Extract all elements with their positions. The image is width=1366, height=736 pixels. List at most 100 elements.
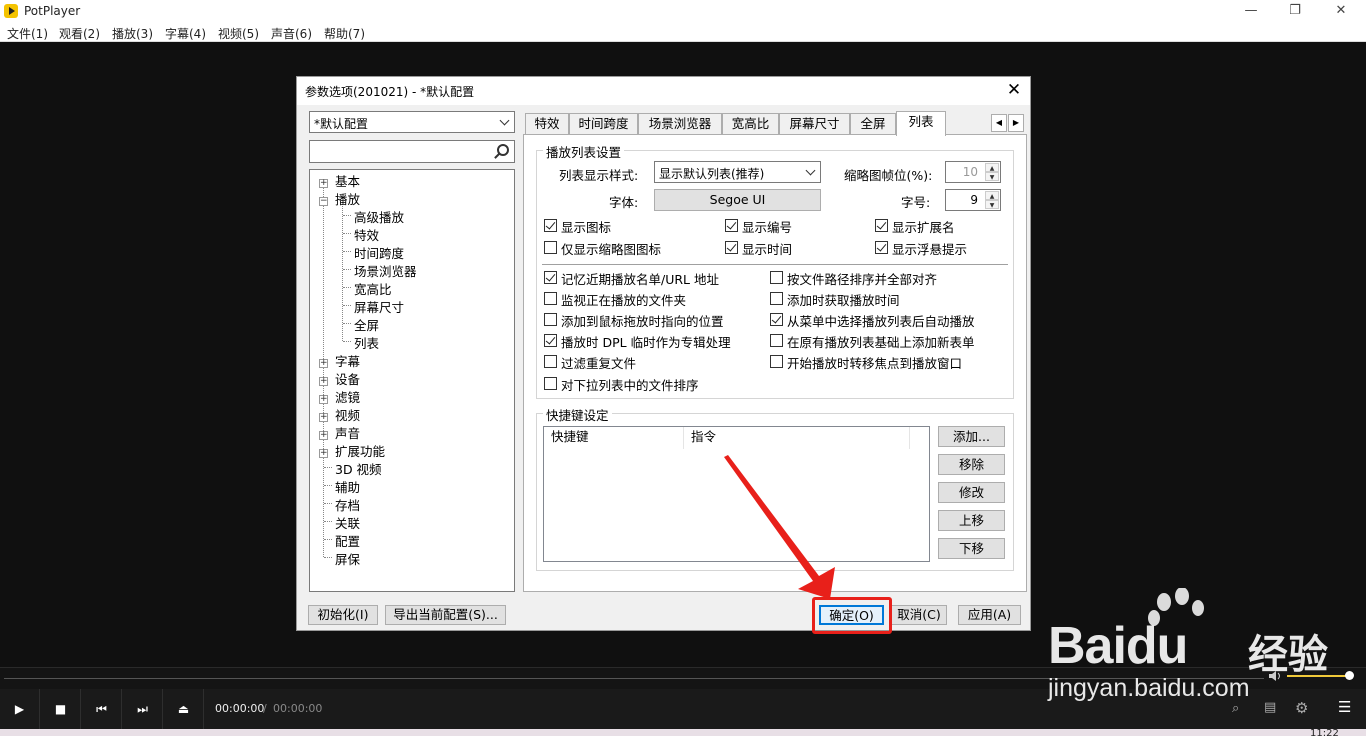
cancel-button[interactable]: 取消(C) — [891, 605, 947, 625]
list-style-select[interactable]: 显示默认列表(推荐) — [654, 161, 821, 183]
expand-icon[interactable]: + — [319, 431, 328, 440]
menu-subtitle[interactable]: 字幕(4) — [165, 25, 206, 42]
move-down-button[interactable]: 下移 — [938, 538, 1005, 559]
checkbox[interactable] — [875, 241, 888, 254]
spin-down-icon[interactable]: ▼ — [985, 172, 999, 181]
tab-scene-browser[interactable]: 场景浏览器 — [638, 113, 722, 135]
expand-icon[interactable]: + — [319, 359, 328, 368]
tree-connector — [324, 485, 332, 486]
previous-icon[interactable]: ⏮ — [82, 689, 122, 729]
checkbox[interactable] — [544, 271, 557, 284]
tree-item-fullscreen[interactable]: 全屏 — [354, 315, 379, 334]
tree-connector — [324, 557, 332, 558]
spin-up-icon[interactable]: ▲ — [985, 191, 999, 200]
tab-aspect-ratio[interactable]: 宽高比 — [722, 113, 779, 135]
font-size-spinner[interactable]: 9 ▲ ▼ — [945, 189, 1001, 211]
checkbox[interactable] — [544, 377, 557, 390]
checkbox[interactable] — [770, 355, 783, 368]
tree-item-advanced-playback[interactable]: 高级播放 — [354, 207, 404, 226]
export-config-button[interactable]: 导出当前配置(S)... — [385, 605, 506, 625]
tree-item-playback[interactable]: 播放 — [335, 189, 360, 208]
maximize-button[interactable]: ❐ — [1272, 0, 1318, 22]
menu-file[interactable]: 文件(1) — [7, 25, 48, 42]
checkbox[interactable] — [770, 313, 783, 326]
tree-item-time-span[interactable]: 时间跨度 — [354, 243, 404, 262]
menu-help[interactable]: 帮助(7) — [324, 25, 365, 42]
checkbox[interactable] — [544, 334, 557, 347]
tab-fullscreen[interactable]: 全屏 — [850, 113, 896, 135]
checkbox[interactable] — [770, 271, 783, 284]
tree-item-video[interactable]: 视频 — [335, 405, 360, 424]
checkbox[interactable] — [544, 219, 557, 232]
tree-connector — [343, 341, 351, 342]
expand-icon[interactable]: + — [319, 413, 328, 422]
eject-icon[interactable]: ⏏ — [164, 689, 204, 729]
tree-item-accessibility[interactable]: 辅助 — [335, 477, 360, 496]
tab-scroll-right-icon[interactable]: ▶ — [1008, 114, 1024, 132]
potplayer-icon — [4, 4, 18, 18]
tree-item-screen-size[interactable]: 屏幕尺寸 — [354, 297, 404, 316]
menu-audio[interactable]: 声音(6) — [271, 25, 312, 42]
checkbox[interactable] — [875, 219, 888, 232]
tree-item-subtitle[interactable]: 字幕 — [335, 351, 360, 370]
expand-icon[interactable]: + — [319, 377, 328, 386]
menu-play[interactable]: 播放(3) — [112, 25, 153, 42]
move-up-button[interactable]: 上移 — [938, 510, 1005, 531]
menu-video[interactable]: 视频(5) — [218, 25, 259, 42]
tree-item-aspect-ratio[interactable]: 宽高比 — [354, 279, 392, 298]
tab-scroll-left-icon[interactable]: ◀ — [991, 114, 1007, 132]
tab-time-span[interactable]: 时间跨度 — [569, 113, 638, 135]
spin-up-icon[interactable]: ▲ — [985, 163, 999, 172]
tree-item-scene-browser[interactable]: 场景浏览器 — [354, 261, 417, 280]
collapse-icon[interactable]: − — [319, 197, 328, 206]
play-icon[interactable]: ▶ — [0, 689, 40, 729]
reset-button[interactable]: 初始化(I) — [308, 605, 378, 625]
tree-item-effects[interactable]: 特效 — [354, 225, 379, 244]
search-input[interactable] — [309, 140, 515, 163]
checkbox[interactable] — [544, 241, 557, 254]
tree-item-archive[interactable]: 存档 — [335, 495, 360, 514]
chevron-down-icon — [805, 165, 816, 176]
close-window-button[interactable]: ✕ — [1318, 0, 1364, 22]
checkbox[interactable] — [544, 355, 557, 368]
tree-item-3d-video[interactable]: 3D 视频 — [335, 459, 382, 478]
stop-icon[interactable]: ■ — [41, 689, 81, 729]
thumb-position-spinner[interactable]: 10 ▲ ▼ — [945, 161, 1001, 183]
expand-icon[interactable]: + — [319, 395, 328, 404]
profile-select[interactable]: *默认配置 — [309, 111, 515, 133]
tab-effects[interactable]: 特效 — [525, 113, 569, 135]
tree-item-extensions[interactable]: 扩展功能 — [335, 441, 385, 460]
tree-item-basic[interactable]: 基本 — [335, 171, 360, 190]
apply-button[interactable]: 应用(A) — [958, 605, 1021, 625]
dialog-close-button[interactable]: ✕ — [1004, 80, 1024, 100]
option-label: 显示时间 — [742, 242, 793, 257]
spin-down-icon[interactable]: ▼ — [985, 200, 999, 209]
edit-hotkey-button[interactable]: 修改 — [938, 482, 1005, 503]
tree-item-screensaver[interactable]: 屏保 — [335, 549, 360, 568]
tree-connector — [343, 251, 351, 252]
tab-screen-size[interactable]: 屏幕尺寸 — [779, 113, 850, 135]
tree-item-association[interactable]: 关联 — [335, 513, 360, 532]
tree-item-playlist[interactable]: 列表 — [354, 333, 379, 352]
checkbox[interactable] — [544, 292, 557, 305]
checkbox[interactable] — [770, 334, 783, 347]
column-hotkey[interactable]: 快捷键 — [544, 427, 684, 449]
tree-item-filter[interactable]: 滤镜 — [335, 387, 360, 406]
tree-item-device[interactable]: 设备 — [335, 369, 360, 388]
menu-view[interactable]: 观看(2) — [59, 25, 100, 42]
checkbox[interactable] — [725, 241, 738, 254]
tree-item-config[interactable]: 配置 — [335, 531, 360, 550]
minimize-button[interactable]: — — [1228, 0, 1274, 22]
checkbox[interactable] — [770, 292, 783, 305]
checkbox[interactable] — [725, 219, 738, 232]
expand-icon[interactable]: + — [319, 449, 328, 458]
remove-hotkey-button[interactable]: 移除 — [938, 454, 1005, 475]
font-button[interactable]: Segoe UI — [654, 189, 821, 211]
next-icon[interactable]: ⏭ — [123, 689, 163, 729]
expand-icon[interactable]: + — [319, 179, 328, 188]
tree-item-audio[interactable]: 声音 — [335, 423, 360, 442]
add-hotkey-button[interactable]: 添加... — [938, 426, 1005, 447]
checkbox[interactable] — [544, 313, 557, 326]
column-command[interactable]: 指令 — [684, 427, 910, 449]
tab-playlist[interactable]: 列表 — [896, 111, 946, 136]
